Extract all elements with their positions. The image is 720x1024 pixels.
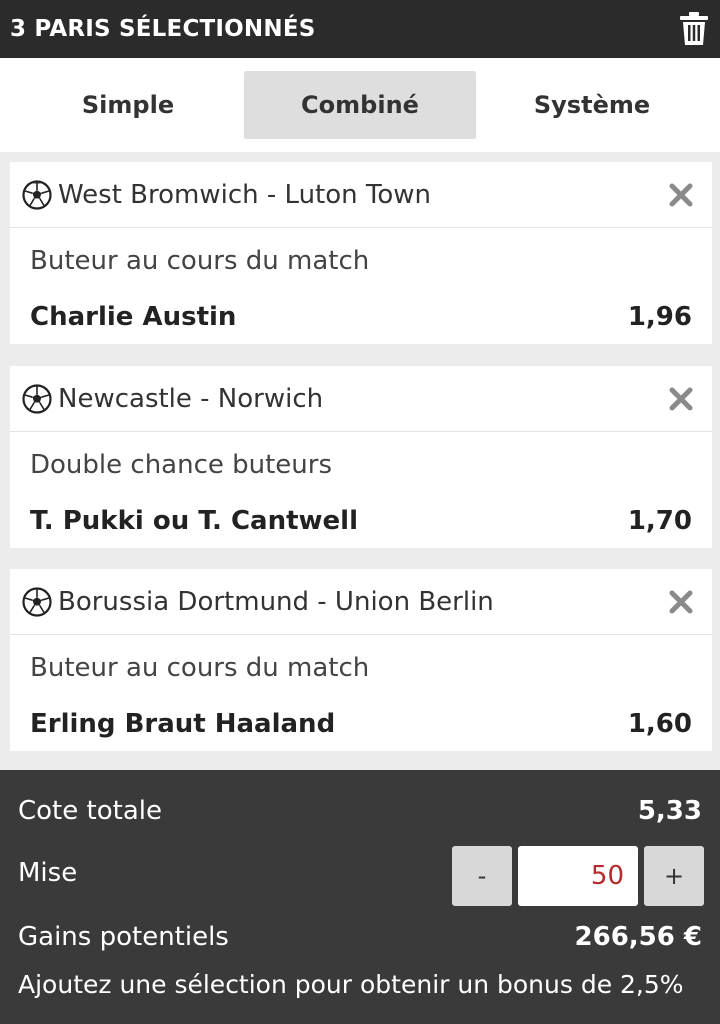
bet-card-body: Double chance buteurs T. Pukki ou T. Can…	[10, 432, 712, 548]
selection-row: T. Pukki ou T. Cantwell 1,70	[30, 494, 692, 548]
stake-increase-button[interactable]: +	[644, 846, 704, 906]
bet-card-header: Borussia Dortmund - Union Berlin	[10, 569, 712, 635]
total-odds-row: Cote totale 5,33	[18, 796, 702, 826]
bet-card-header: Newcastle - Norwich	[10, 366, 712, 432]
selection-odd: 1,70	[627, 506, 692, 536]
stake-controls: - 50 +	[452, 846, 704, 906]
selection-name: Charlie Austin	[30, 302, 237, 332]
stake-input[interactable]: 50	[518, 846, 638, 906]
tab-systeme[interactable]: Système	[476, 71, 708, 139]
selection-name: Erling Braut Haaland	[30, 709, 336, 739]
betslip-title: 3 PARIS SÉLECTIONNÉS	[10, 16, 316, 42]
total-odds-value: 5,33	[637, 796, 702, 826]
close-icon[interactable]	[668, 182, 694, 208]
close-icon[interactable]	[668, 386, 694, 412]
bet-card-body: Buteur au cours du match Charlie Austin …	[10, 228, 712, 344]
selection-odd: 1,60	[627, 709, 692, 739]
match-name: Newcastle - Norwich	[58, 383, 324, 414]
winnings-label: Gains potentiels	[18, 922, 229, 952]
soccer-ball-icon	[22, 586, 52, 617]
bet-card: Borussia Dortmund - Union Berlin Buteur …	[10, 569, 712, 751]
market-name: Double chance buteurs	[30, 450, 333, 480]
winnings-value: 266,56 €	[574, 922, 702, 952]
winnings-row: Gains potentiels 266,56 €	[18, 922, 702, 952]
bet-card-body: Buteur au cours du match Erling Braut Ha…	[10, 635, 712, 751]
market-name: Buteur au cours du match	[30, 246, 370, 276]
stake-label: Mise	[18, 858, 78, 888]
trash-icon[interactable]	[678, 11, 710, 47]
bet-type-tabs: Simple Combiné Système	[0, 58, 720, 152]
bonus-message: Ajoutez une sélection pour obtenir un bo…	[18, 970, 684, 999]
bet-card: Newcastle - Norwich Double chance buteur…	[10, 366, 712, 548]
match-name: Borussia Dortmund - Union Berlin	[58, 586, 494, 617]
tab-combine[interactable]: Combiné	[244, 71, 476, 139]
selection-name: T. Pukki ou T. Cantwell	[30, 506, 359, 536]
close-icon[interactable]	[668, 589, 694, 615]
market-name: Buteur au cours du match	[30, 653, 370, 683]
betslip: 3 PARIS SÉLECTIONNÉS Simple Combiné Syst…	[0, 0, 720, 1024]
betslip-header: 3 PARIS SÉLECTIONNÉS	[0, 0, 720, 58]
tab-simple[interactable]: Simple	[12, 71, 244, 139]
selection-row: Charlie Austin 1,96	[30, 290, 692, 344]
total-odds-label: Cote totale	[18, 796, 162, 826]
selection-odd: 1,96	[627, 302, 692, 332]
bet-card: West Bromwich - Luton Town Buteur au cou…	[10, 162, 712, 344]
soccer-ball-icon	[22, 179, 52, 210]
bet-card-header: West Bromwich - Luton Town	[10, 162, 712, 228]
match-name: West Bromwich - Luton Town	[58, 179, 432, 210]
stake-decrease-button[interactable]: -	[452, 846, 512, 906]
betslip-summary: Cote totale 5,33 Mise - 50 + Gains poten…	[0, 770, 720, 1024]
stake-row: Mise	[18, 858, 77, 888]
selection-row: Erling Braut Haaland 1,60	[30, 697, 692, 751]
soccer-ball-icon	[22, 383, 52, 414]
